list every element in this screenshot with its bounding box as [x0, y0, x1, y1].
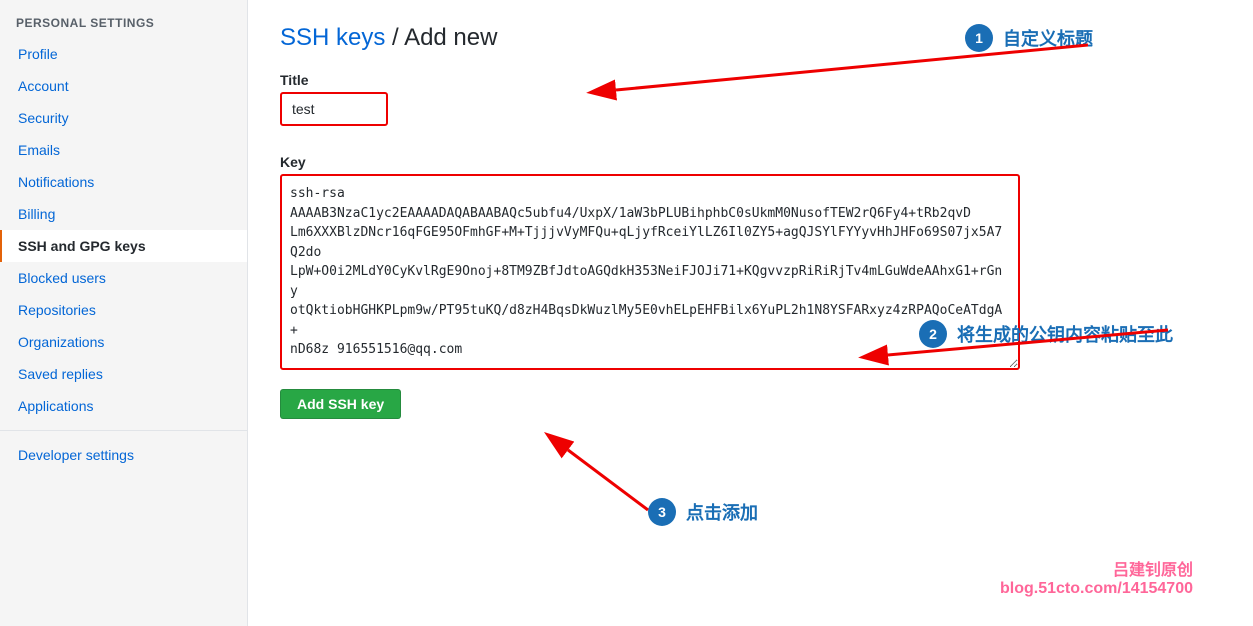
title-input-wrapper [280, 92, 388, 126]
add-button-group: Add SSH key [280, 389, 1221, 419]
sidebar-item-developer-settings[interactable]: Developer settings [0, 439, 247, 471]
sidebar-divider [0, 430, 247, 431]
sidebar-item-emails[interactable]: Emails [0, 134, 247, 166]
annotation-2-circle: 2 [919, 320, 947, 348]
annotation-2: 2 将生成的公钥内容粘贴至此 [919, 320, 1173, 348]
annotation-1: 1 自定义标题 [965, 24, 1093, 52]
sidebar-item-organizations[interactable]: Organizations [0, 326, 247, 358]
breadcrumb-link[interactable]: SSH keys [280, 24, 385, 51]
sidebar-item-notifications[interactable]: Notifications [0, 166, 247, 198]
add-ssh-key-button[interactable]: Add SSH key [280, 389, 401, 419]
sidebar-item-billing[interactable]: Billing [0, 198, 247, 230]
sidebar-item-ssh-gpg-keys[interactable]: SSH and GPG keys [0, 230, 247, 262]
app-layout: Personal settings Profile Account Securi… [0, 0, 1253, 626]
main-content: SSH keys / Add new Title Key ssh-rsa AAA… [248, 0, 1253, 626]
watermark-line1: 吕建钊原创 [1000, 556, 1193, 580]
sidebar-item-saved-replies[interactable]: Saved replies [0, 358, 247, 390]
annotation-2-text: 将生成的公钥内容粘贴至此 [957, 321, 1173, 347]
arrow-3 [508, 430, 768, 550]
sidebar-item-account[interactable]: Account [0, 70, 247, 102]
sidebar-item-applications[interactable]: Applications [0, 390, 247, 422]
key-label: Key [280, 154, 1221, 170]
sidebar-item-repositories[interactable]: Repositories [0, 294, 247, 326]
annotation-3: 3 点击添加 [648, 498, 758, 526]
annotation-1-text: 自定义标题 [1003, 25, 1093, 51]
title-form-group: Title [280, 72, 388, 126]
title-input[interactable] [284, 96, 384, 122]
sidebar: Personal settings Profile Account Securi… [0, 0, 248, 626]
title-label: Title [280, 72, 388, 88]
key-textarea[interactable]: ssh-rsa AAAAB3NzaC1yc2EAAAADAQABAABAQc5u… [280, 174, 1020, 370]
annotation-3-text: 点击添加 [686, 499, 758, 525]
annotation-1-circle: 1 [965, 24, 993, 52]
annotation-3-circle: 3 [648, 498, 676, 526]
sidebar-item-blocked-users[interactable]: Blocked users [0, 262, 247, 294]
sidebar-item-security[interactable]: Security [0, 102, 247, 134]
sidebar-item-profile[interactable]: Profile [0, 38, 247, 70]
breadcrumb-current: Add new [404, 24, 497, 51]
watermark: 吕建钊原创 blog.51cto.com/14154700 [1000, 556, 1193, 598]
breadcrumb-separator: / [385, 24, 404, 51]
watermark-line2: blog.51cto.com/14154700 [1000, 580, 1193, 598]
sidebar-header: Personal settings [0, 0, 247, 38]
